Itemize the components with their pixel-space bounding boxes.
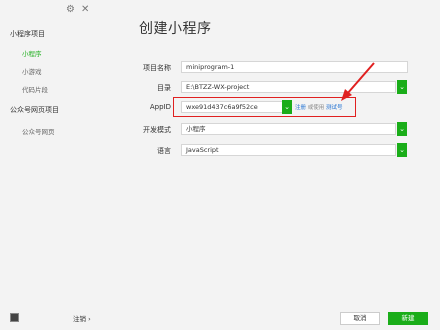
main-panel: 创建小程序 项目名称 miniprogram-1 目录 E:\BTZZ-WX-p… [103,0,440,330]
create-button[interactable]: 新建 [388,312,428,325]
gear-icon[interactable]: ⚙ [66,4,75,16]
logout-link[interactable]: 注销 › [73,313,91,323]
annotation-arrow [341,62,375,101]
window-controls: ⚙ ✕ [66,4,89,16]
cancel-button[interactable]: 取消 [340,312,380,325]
sidebar-item-official-account-web[interactable]: 公众号网页 [22,126,55,136]
sidebar: ⚙ ✕ 小程序项目 小程序 小游戏 代码片段 公众号网页项目 公众号网页 注销 … [0,0,103,330]
section-official-account-projects: 公众号网页项目 [10,106,59,114]
sidebar-item-miniprogram[interactable]: 小程序 [22,48,42,58]
section-miniprogram-projects: 小程序项目 [10,30,45,38]
avatar[interactable] [10,313,19,322]
sidebar-item-code-snippet[interactable]: 代码片段 [22,84,48,94]
sidebar-item-minigame[interactable]: 小游戏 [22,66,42,76]
close-icon[interactable]: ✕ [81,4,89,16]
